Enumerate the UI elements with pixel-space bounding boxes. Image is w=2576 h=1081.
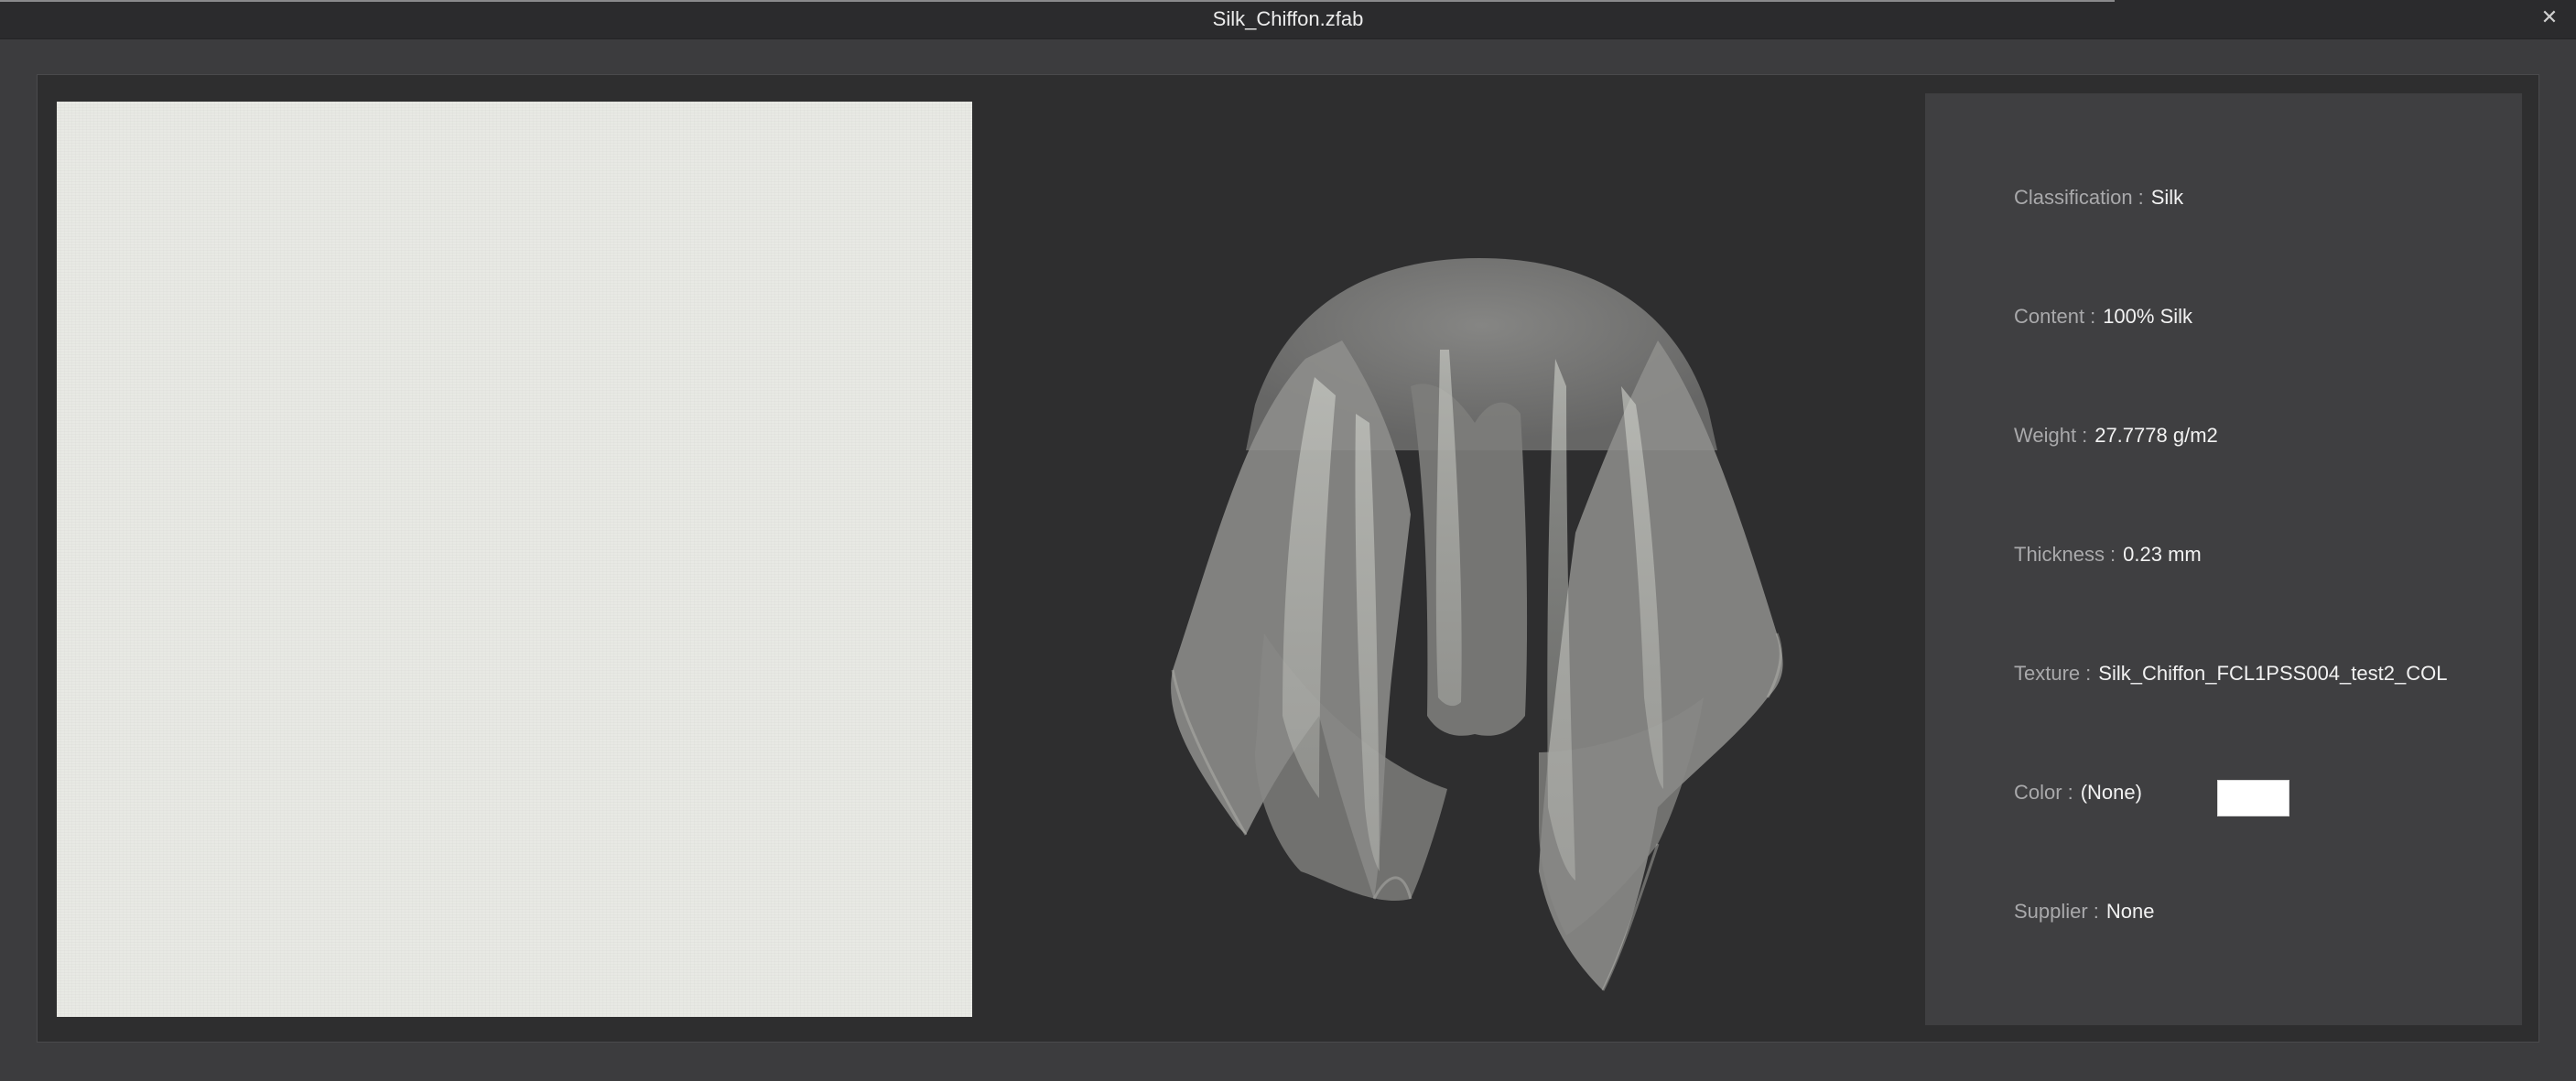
fabric-info-window: Silk_Chiffon.zfab ✕ Classification: Sil… [0,0,2576,1081]
property-separator: : [2110,543,2116,566]
property-label: Classification [2014,186,2133,209]
property-value: Silk [2150,186,2184,209]
property-supplier: Supplier: None [2014,899,2154,924]
property-label: Content [2014,305,2085,328]
color-chip[interactable] [2217,780,2289,816]
property-separator: : [2085,662,2092,685]
fabric-properties-panel: Classification: Silk Content:100% Silk We… [1925,93,2522,1025]
property-color: Color: (None) [2014,780,2142,805]
fabric-texture-swatch [57,102,972,1017]
title-bar: Silk_Chiffon.zfab ✕ [0,0,2576,39]
property-weight: Weight:27.7778 g/m2 [2014,423,2218,449]
close-icon[interactable]: ✕ [2536,4,2563,31]
property-value: None [2105,900,2155,923]
property-content: Content:100% Silk [2014,304,2192,330]
property-separator: : [2138,186,2144,209]
property-label: Weight [2014,424,2077,447]
property-separator: : [2090,305,2096,328]
property-label: Thickness [2014,543,2105,566]
property-label: Color [2014,781,2062,804]
property-value: (None) [2080,781,2142,804]
property-value: 27.7778 g/m2 [2094,424,2218,447]
property-value: Silk_Chiffon_FCL1PSS004_test2_COL [2098,662,2448,685]
fabric-drape-preview [1171,258,1783,991]
fabric-detail-panel: Classification: Silk Content:100% Silk We… [37,74,2539,1043]
drape-center-right [1475,402,1528,736]
property-separator: : [2082,424,2088,447]
property-value: 0.23 mm [2123,543,2202,566]
property-classification: Classification: Silk [2014,185,2183,211]
property-value: 100% Silk [2103,305,2193,328]
property-texture: Texture: Silk_Chiffon_FCL1PSS004_test2_CO… [2014,661,2447,686]
property-separator: : [2093,900,2099,923]
property-label: Supplier [2014,900,2088,923]
property-separator: : [2067,781,2073,804]
property-thickness: Thickness:0.23 mm [2014,542,2202,568]
property-label: Texture [2014,662,2081,685]
loading-progress-line [0,0,2115,2]
window-title: Silk_Chiffon.zfab [1212,7,1364,30]
